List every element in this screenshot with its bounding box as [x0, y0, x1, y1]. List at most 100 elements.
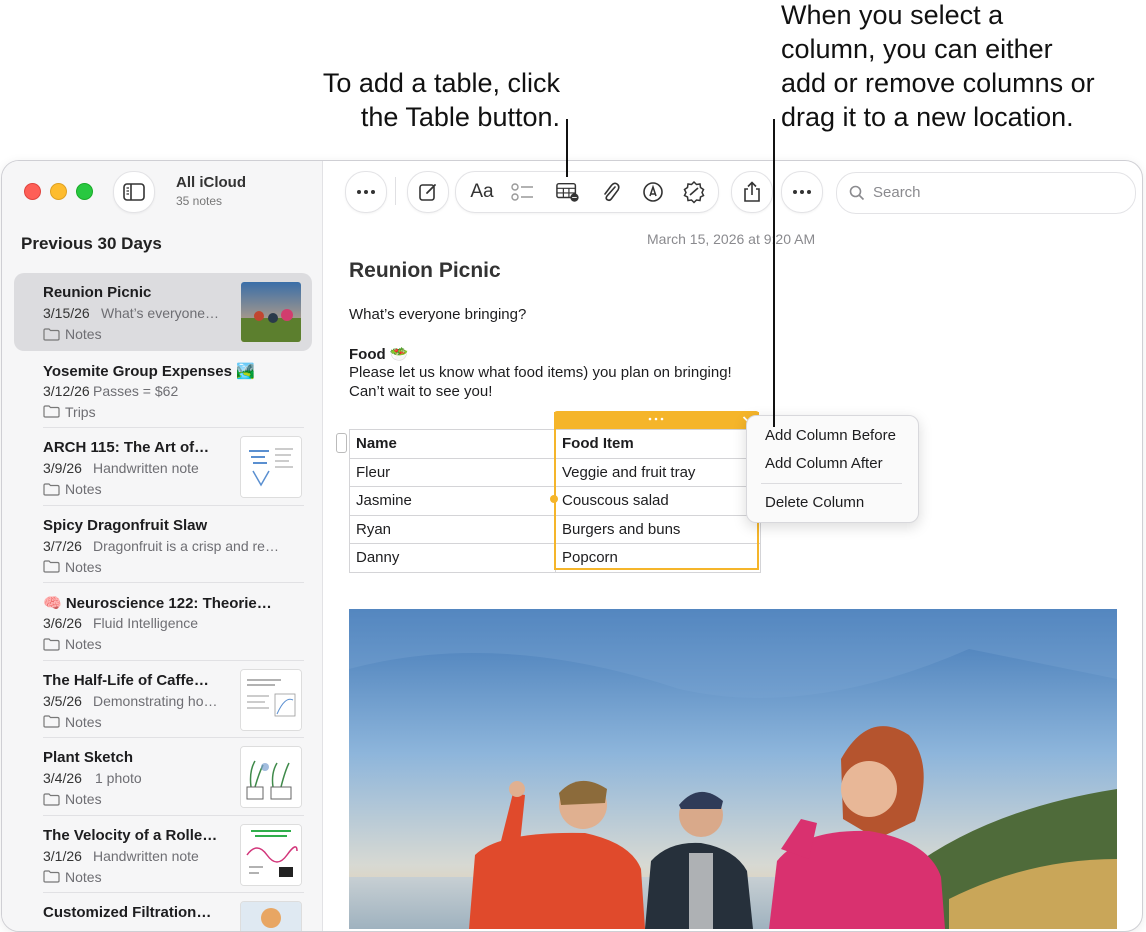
table-cell[interactable]: Ryan — [349, 514, 556, 544]
sidebar-toggle-button[interactable] — [113, 171, 155, 213]
note-heading: Reunion Picnic — [349, 259, 501, 282]
note-editor[interactable]: March 15, 2026 at 9:20 AM Reunion Picnic… — [323, 221, 1142, 931]
note-title: Spicy Dragonfruit Slaw — [43, 516, 208, 534]
note-preview: Handwritten note — [93, 847, 199, 864]
zoom-window-button[interactable] — [76, 183, 93, 200]
folder-name: Notes — [65, 558, 102, 575]
checklist-button[interactable] — [511, 180, 535, 204]
attach-button[interactable] — [599, 180, 623, 204]
folder-name: Notes — [65, 713, 102, 730]
note-list-item[interactable]: 🧠 Neuroscience 122: Theorie… 3/6/26 Flui… — [14, 583, 312, 661]
note-folder: Notes — [43, 714, 102, 730]
note-thumbnail — [240, 746, 302, 808]
ellipsis-icon — [793, 190, 811, 194]
callout-table-button: To add a table, click the Table button. — [323, 66, 560, 134]
note-folder: Notes — [43, 791, 102, 807]
picnic-photo-image — [349, 609, 1117, 929]
collaborate-button[interactable] — [682, 180, 706, 204]
note-title: Plant Sketch — [43, 749, 134, 766]
note-title: ARCH 115: The Art of… — [43, 439, 210, 456]
table-cell[interactable]: Jasmine — [349, 486, 556, 516]
plant-sketch-thumbnail-image — [241, 747, 301, 807]
paperclip-icon — [604, 182, 620, 202]
search-placeholder: Search — [873, 184, 921, 201]
note-body-line: Please let us know what food items) you … — [349, 364, 732, 381]
note-folder: Notes — [43, 636, 102, 652]
table-cell[interactable]: Fleur — [349, 457, 556, 487]
note-list-item[interactable]: Customized Filtration… — [14, 893, 312, 931]
folder-icon — [43, 870, 60, 883]
note-preview: Handwritten note — [93, 460, 199, 476]
food-heading: Food 🥗 — [349, 346, 409, 363]
format-text-button[interactable]: Aa — [468, 180, 496, 204]
note-date: 3/5/26 — [43, 692, 82, 709]
note-thumbnail — [240, 823, 302, 886]
menu-item-add-column-after[interactable]: Add Column After — [765, 455, 883, 472]
folder-count: 35 notes — [176, 194, 223, 208]
picnic-thumbnail-image — [241, 282, 301, 342]
menu-item-add-column-before[interactable]: Add Column Before — [765, 427, 896, 444]
sidebar-icon — [123, 183, 145, 201]
note-list-item[interactable]: Spicy Dragonfruit Slaw 3/7/26 Dragonfrui… — [14, 506, 312, 583]
note-list-item[interactable]: Plant Sketch 3/4/26 1 photo Notes — [14, 738, 312, 816]
note-list-item[interactable]: ARCH 115: The Art of… 3/9/26 Handwritten… — [14, 428, 312, 506]
column-resize-handle[interactable] — [550, 495, 558, 503]
more-options-button[interactable] — [781, 171, 823, 213]
text-format-icon: Aa — [470, 181, 494, 202]
new-note-button[interactable] — [407, 171, 449, 213]
close-window-button[interactable] — [24, 183, 41, 200]
note-list-item[interactable]: Yosemite Group Expenses 🏞️ 3/12/26 Passe… — [14, 351, 312, 428]
note-date: 3/9/26 — [43, 460, 82, 476]
note-list-item[interactable]: The Velocity of a Rolle… 3/1/26 Handwrit… — [14, 816, 312, 893]
note-preview: Passes = $62 — [93, 382, 179, 399]
note-folder: Notes — [43, 481, 102, 497]
table-header-cell[interactable]: Name — [349, 429, 556, 459]
menu-item-delete-column[interactable]: Delete Column — [765, 494, 864, 511]
note-thumbnail — [240, 901, 302, 931]
note-folder: Trips — [43, 404, 96, 420]
minimize-window-button[interactable] — [50, 183, 67, 200]
format-tools-group: Aa — [455, 171, 719, 213]
note-date: 3/4/26 — [43, 770, 82, 786]
note-folder: Notes — [43, 559, 102, 575]
toolbar: All iCloud 35 notes Aa Search — [2, 161, 1142, 221]
note-timestamp: March 15, 2026 at 9:20 AM — [647, 231, 816, 247]
callout-line: To add a table, click — [322, 68, 560, 98]
note-title: Reunion Picnic — [43, 284, 152, 301]
row-handle[interactable] — [336, 433, 347, 453]
share-button[interactable] — [731, 171, 773, 213]
callout-leader-line — [773, 119, 775, 427]
search-field[interactable]: Search — [836, 172, 1136, 214]
note-question: What’s everyone bringing? — [349, 306, 527, 323]
folder-icon — [43, 405, 60, 418]
checklist-icon — [511, 183, 533, 201]
note-thumbnail — [240, 436, 302, 498]
sidebar: Previous 30 Days Reunion Picnic 3/15/26 … — [2, 161, 323, 931]
note-date: 3/12/26 — [43, 382, 90, 399]
folder-icon — [43, 637, 60, 651]
table-cell[interactable]: Danny — [349, 543, 556, 573]
notes-window: Previous 30 Days Reunion Picnic 3/15/26 … — [1, 160, 1143, 932]
callout-line: drag it to a new location. — [781, 102, 1074, 132]
note-title: The Velocity of a Rolle… — [43, 826, 218, 844]
more-actions-button[interactable] — [345, 171, 387, 213]
note-title: Yosemite Group Expenses 🏞️ — [43, 362, 255, 380]
folder-icon — [43, 560, 60, 573]
note-date: 3/6/26 — [43, 615, 82, 631]
share-icon — [744, 181, 760, 202]
note-list-item[interactable]: The Half-Life of Caffe… 3/5/26 Demonstra… — [14, 661, 312, 738]
folder-name: Notes — [65, 481, 102, 497]
note-list: Reunion Picnic 3/15/26 What’s everyone… … — [14, 273, 312, 931]
markup-button[interactable] — [641, 180, 665, 204]
table-button[interactable] — [556, 180, 580, 204]
folder-icon — [43, 482, 60, 496]
document-thumbnail-image — [241, 669, 301, 730]
note-folder: Notes — [43, 326, 102, 342]
folder-name: Trips — [65, 403, 96, 420]
note-list-item[interactable]: Reunion Picnic 3/15/26 What’s everyone… … — [14, 273, 312, 351]
ellipsis-icon — [357, 190, 375, 194]
note-date: 3/1/26 — [43, 847, 82, 864]
toolbar-divider — [395, 177, 396, 205]
note-preview: Demonstrating ho… — [93, 692, 218, 709]
note-preview: Fluid Intelligence — [93, 615, 199, 631]
